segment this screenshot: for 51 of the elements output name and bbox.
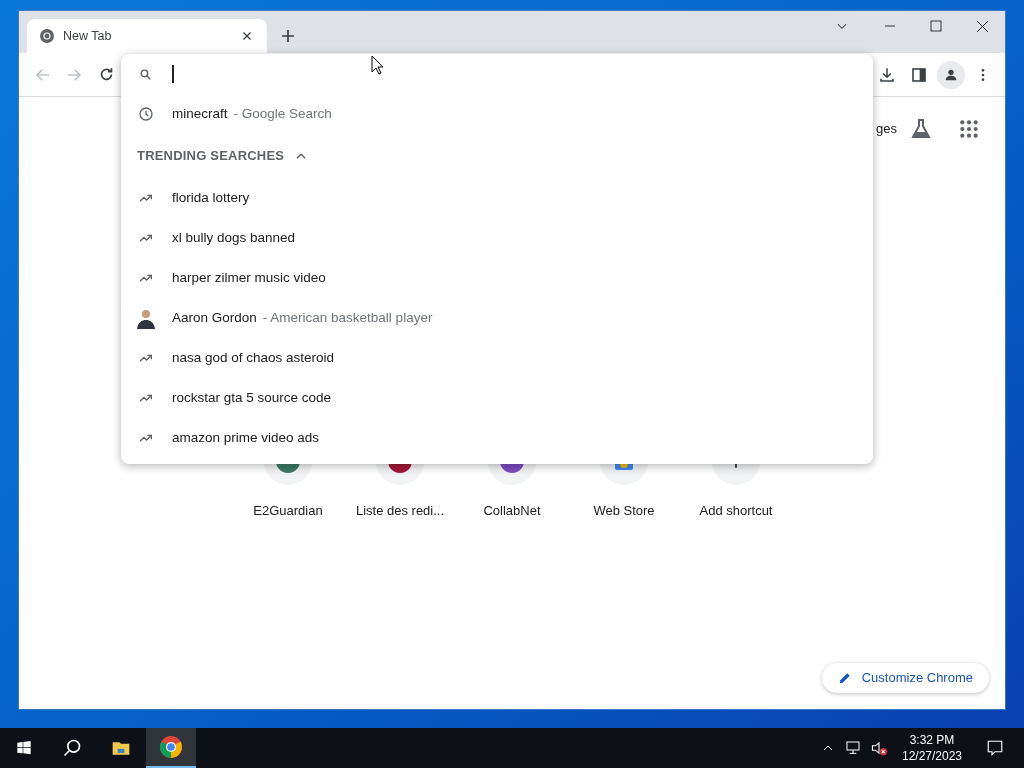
suggestion-item[interactable]: amazon prime video ads [121, 418, 873, 458]
clock-icon [138, 106, 154, 122]
shortcut-label: Add shortcut [699, 502, 773, 520]
apps-grid-icon [959, 119, 979, 139]
text-cursor [172, 65, 174, 83]
browser-logo-icon [39, 28, 55, 44]
close-icon [241, 30, 253, 42]
suggestion-item[interactable]: xl bully dogs banned [121, 218, 873, 258]
plus-icon [280, 28, 296, 44]
suggestion-text: minecraft [172, 104, 228, 123]
suggestion-text: amazon prime video ads [172, 428, 320, 447]
muted-speaker-icon [870, 740, 888, 756]
shortcut-label: CollabNet [483, 502, 541, 520]
suggestion-item[interactable]: rockstar gta 5 source code [121, 378, 873, 418]
customize-button[interactable]: Customize Chrome [821, 663, 989, 693]
suggestion-item[interactable]: minecraft - Google Search [121, 94, 873, 134]
network-icon [844, 740, 862, 756]
pencil-icon [837, 671, 852, 685]
suggestion-item[interactable]: Aaron Gordon - American basketball player [121, 298, 873, 338]
profile-button[interactable] [937, 60, 965, 89]
shortcut-label: Liste des redi... [355, 502, 445, 520]
shortcut-label: Web Store [593, 502, 655, 520]
side-panel-icon [911, 66, 927, 83]
suggestion-item[interactable]: harper zilmer music video [121, 258, 873, 298]
maximize-icon [930, 20, 942, 32]
suggestion-text: harper zilmer music video [172, 268, 326, 287]
suggestion-text: Aaron Gordon [172, 308, 257, 327]
flask-icon [909, 117, 933, 141]
tab[interactable]: New Tab [27, 19, 267, 53]
clock[interactable]: 3:32 PM 12/27/2023 [892, 728, 972, 768]
tab-title: New Tab [63, 27, 113, 45]
suggestion-text: rockstar gta 5 source code [172, 388, 332, 407]
suggestion-detail: - American basketball player [262, 308, 433, 327]
chrome-taskbar-button[interactable] [146, 728, 196, 768]
suggestion-text: florida lottery [172, 188, 250, 207]
suggestion-detail: - Google Search [233, 104, 332, 123]
suggestion-text: nasa god of chaos asteroid [172, 348, 335, 367]
message-icon [986, 739, 1004, 757]
close-icon [975, 19, 989, 33]
search-icon [139, 67, 152, 81]
shortcut-label: E2Guardian [253, 502, 323, 520]
windows-logo-icon [16, 740, 32, 756]
suggestion-item[interactable]: nasa god of chaos asteroid [121, 338, 873, 378]
search-icon [62, 738, 82, 758]
suggestion-item[interactable]: florida lottery [121, 178, 873, 218]
download-icon [878, 65, 896, 84]
trending-header[interactable]: TRENDING SEARCHES [121, 134, 873, 178]
suggestion-text: xl bully dogs banned [172, 228, 296, 247]
header-link[interactable]: ges [876, 119, 897, 139]
person-thumbnail [135, 307, 157, 329]
browser-logo-icon [159, 735, 183, 759]
